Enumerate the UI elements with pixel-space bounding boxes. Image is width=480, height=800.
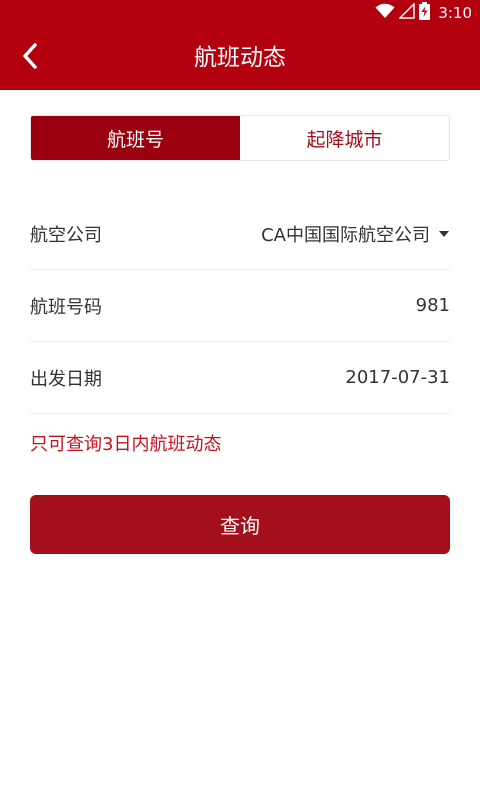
flight-number-input[interactable]: 981: [416, 295, 450, 316]
query-button[interactable]: 查询: [30, 495, 450, 554]
airline-label: 航空公司: [30, 224, 102, 246]
page-title: 航班动态: [194, 45, 286, 71]
chevron-left-icon: [22, 43, 38, 73]
tab-flight-number[interactable]: 航班号: [31, 116, 240, 160]
airline-select[interactable]: CA中国国际航空公司: [261, 221, 450, 247]
status-icons: 3:10: [375, 2, 472, 24]
triangle-down-icon: [438, 230, 450, 238]
status-time: 3:10: [438, 4, 472, 22]
status-bar: 3:10: [0, 0, 480, 26]
tab-departure-arrival-city[interactable]: 起降城市: [240, 116, 449, 160]
departure-date-row[interactable]: 出发日期 2017-07-31: [30, 342, 450, 414]
departure-date-label: 出发日期: [30, 368, 102, 390]
back-button[interactable]: [10, 38, 50, 78]
signal-icon: [398, 2, 416, 23]
departure-date-value[interactable]: 2017-07-31: [345, 367, 450, 388]
app-bar: 航班动态: [0, 26, 480, 90]
flight-number-label: 航班号码: [30, 296, 102, 318]
query-limit-hint: 只可查询3日内航班动态: [30, 434, 222, 455]
battery-charging-icon: [419, 2, 431, 24]
airline-row[interactable]: 航空公司 CA中国国际航空公司: [30, 198, 450, 270]
wifi-icon: [375, 3, 395, 23]
flight-number-row[interactable]: 航班号码 981: [30, 270, 450, 342]
airline-value: CA中国国际航空公司: [261, 224, 430, 246]
search-mode-tabs: 航班号 起降城市: [30, 115, 450, 161]
